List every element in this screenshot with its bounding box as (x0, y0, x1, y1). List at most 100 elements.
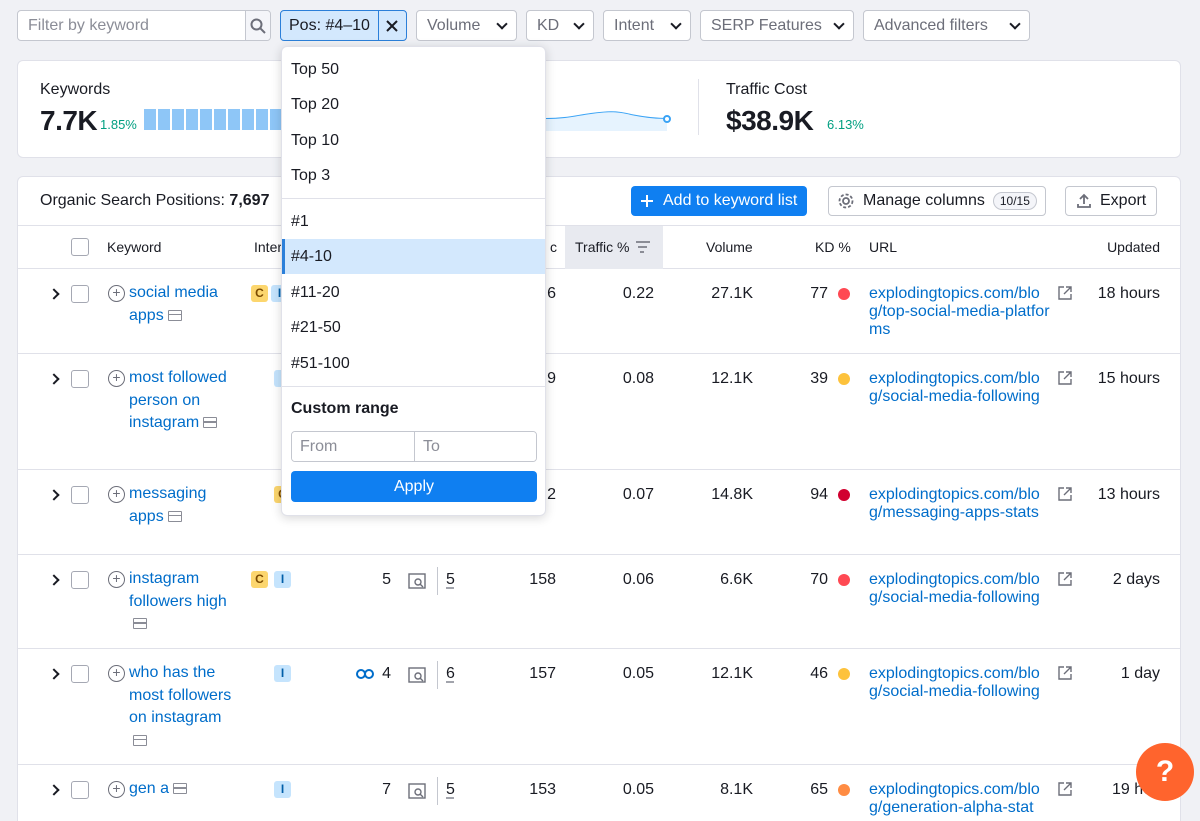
intent-badge-informational: I (274, 571, 291, 588)
row-checkbox[interactable] (71, 571, 89, 589)
kd-difficulty-dot (838, 574, 850, 586)
advanced-filters-button[interactable]: Advanced filters (863, 10, 1030, 41)
external-link-icon[interactable] (1058, 666, 1072, 680)
add-keyword-icon[interactable]: + (108, 486, 125, 503)
dropdown-item-1[interactable]: #1 (282, 204, 545, 239)
serp-features-count[interactable]: 6 (446, 665, 455, 683)
serp-snapshot-icon[interactable] (133, 618, 147, 629)
external-link-icon[interactable] (1058, 286, 1072, 300)
kd-value: 46 (810, 665, 828, 682)
url-link[interactable]: explodingtopics.com/blog/social-media-fo… (869, 370, 1051, 406)
serp-snapshot-icon[interactable] (167, 309, 182, 321)
dropdown-item-4-10[interactable]: #4-10 (282, 239, 545, 274)
kd-value: 70 (810, 571, 828, 588)
add-keyword-icon[interactable]: + (108, 285, 125, 302)
chevron-right-icon[interactable] (48, 373, 60, 385)
url-column-header[interactable]: URL (869, 226, 897, 269)
gear-icon (838, 193, 854, 209)
upload-icon (1077, 193, 1091, 208)
updated-column-header[interactable]: Updated (1107, 226, 1160, 269)
dropdown-item-top-10[interactable]: Top 10 (282, 123, 545, 158)
position-filter-chip[interactable]: Pos: #4–10 (280, 10, 407, 41)
add-to-keyword-list-button[interactable]: Add to keyword list (631, 186, 808, 216)
traffic-column-header[interactable]: c (550, 226, 557, 269)
add-keyword-icon[interactable]: + (108, 665, 125, 682)
serp-snapshot-icon[interactable] (133, 734, 147, 746)
external-link-icon[interactable] (1058, 782, 1072, 796)
volume-filter-button[interactable]: Volume (416, 10, 517, 41)
position-value: 4 (382, 665, 391, 682)
select-all-checkbox[interactable] (71, 238, 89, 256)
keyword-link[interactable]: messaging apps (129, 483, 239, 528)
keyword-link[interactable]: social media apps (129, 282, 239, 327)
row-checkbox[interactable] (71, 370, 89, 388)
dropdown-item-51-100[interactable]: #51-100 (282, 346, 545, 381)
manage-columns-button[interactable]: Manage columns 10/15 (828, 186, 1046, 216)
serp-features-filter-button[interactable]: SERP Features (700, 10, 854, 41)
clear-position-filter-button[interactable] (377, 11, 406, 40)
intent-filter-button[interactable]: Intent (603, 10, 691, 41)
keyword-filter-input[interactable] (18, 11, 245, 40)
volume-value: 12.1K (711, 370, 753, 387)
traffic-pct-value: 0.05 (622, 665, 654, 682)
dropdown-item-11-20[interactable]: #11-20 (282, 275, 545, 310)
summary-card: Keywords 7.7K 1.85% Traffic Cost $38.9K … (17, 60, 1181, 158)
sort-icon (636, 241, 651, 253)
url-link[interactable]: explodingtopics.com/blog/social-media-fo… (869, 665, 1051, 701)
url-link[interactable]: explodingtopics.com/blog/social-media-fo… (869, 571, 1051, 607)
keyword-link[interactable]: most followed person on instagram (129, 367, 239, 435)
keyword-link[interactable]: gen a (129, 778, 239, 801)
serp-snapshot-icon[interactable] (203, 417, 218, 428)
intent-badge-commercial: C (251, 571, 268, 588)
intent-column-header[interactable]: Inter (254, 226, 282, 269)
help-button[interactable]: ? (1136, 743, 1194, 801)
chevron-down-icon (670, 17, 682, 30)
search-button[interactable] (245, 11, 270, 40)
serp-features-count[interactable]: 5 (446, 571, 455, 589)
chevron-right-icon[interactable] (48, 574, 60, 586)
external-link-icon[interactable] (1058, 572, 1072, 586)
dropdown-item-top-20[interactable]: Top 20 (282, 87, 545, 122)
add-keyword-icon[interactable]: + (108, 571, 125, 588)
external-link-icon[interactable] (1058, 371, 1072, 385)
range-from-input[interactable] (292, 432, 414, 461)
traffic-pct-column-header[interactable]: Traffic % (565, 226, 663, 269)
dropdown-item-top-50[interactable]: Top 50 (282, 52, 545, 87)
keyword-column-header[interactable]: Keyword (107, 226, 161, 269)
chevron-down-icon (833, 17, 845, 30)
row-checkbox[interactable] (71, 285, 89, 303)
url-link[interactable]: explodingtopics.com/blog/generation-alph… (869, 781, 1051, 817)
export-button[interactable]: Export (1065, 186, 1158, 216)
keyword-link[interactable]: instagram followers high (129, 568, 239, 636)
range-to-input[interactable] (414, 432, 536, 461)
serp-snapshot-icon[interactable] (173, 783, 188, 794)
positions-table-card: Organic Search Positions: 7,697 Add to k… (17, 176, 1181, 821)
kd-column-header[interactable]: KD % (815, 226, 851, 269)
add-keyword-icon[interactable]: + (108, 370, 125, 387)
serp-features-count[interactable]: 5 (446, 781, 455, 799)
external-link-icon[interactable] (1058, 487, 1072, 501)
url-link[interactable]: explodingtopics.com/blog/top-social-medi… (869, 285, 1051, 339)
divider (437, 567, 438, 595)
volume-column-header[interactable]: Volume (706, 226, 753, 269)
chevron-right-icon[interactable] (48, 489, 60, 501)
divider (282, 198, 545, 199)
chevron-right-icon[interactable] (48, 288, 60, 300)
row-checkbox[interactable] (71, 781, 89, 799)
dropdown-item-21-50[interactable]: #21-50 (282, 310, 545, 345)
apply-button[interactable]: Apply (291, 471, 537, 502)
chevron-right-icon[interactable] (48, 668, 60, 680)
position-dropdown: Top 50 Top 20 Top 10 Top 3 #1 #4-10 #11-… (281, 46, 546, 516)
serp-snapshot-icon[interactable] (167, 510, 182, 522)
keyword-link[interactable]: who has the most followers on instagram (129, 662, 239, 752)
add-keyword-icon[interactable]: + (108, 781, 125, 798)
url-link[interactable]: explodingtopics.com/blog/messaging-apps-… (869, 486, 1051, 522)
kd-filter-button[interactable]: KD (526, 10, 594, 41)
row-checkbox[interactable] (71, 486, 89, 504)
dropdown-item-top-3[interactable]: Top 3 (282, 158, 545, 193)
row-checkbox[interactable] (71, 665, 89, 683)
keywords-change: 1.85% (100, 117, 137, 132)
chevron-right-icon[interactable] (48, 784, 60, 796)
traffic-value: 158 (529, 571, 556, 588)
custom-range-inputs (291, 431, 537, 462)
